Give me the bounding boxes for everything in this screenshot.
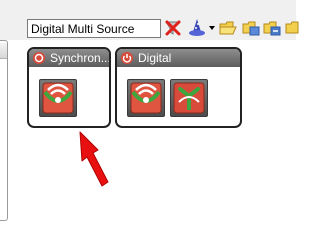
group-title: Synchron... (50, 51, 109, 65)
synchronize-group-icon (32, 51, 46, 65)
group-header[interactable]: Digital (117, 49, 240, 67)
left-panel-header[interactable] (0, 43, 7, 59)
group-remove-icon[interactable] (262, 18, 282, 38)
source-tile[interactable] (39, 79, 77, 117)
signal-source-icon (128, 80, 164, 116)
recorder-tile[interactable] (170, 79, 208, 117)
digital-recorder-icon (171, 80, 207, 116)
group-header[interactable]: Synchron... (29, 49, 109, 67)
clear-filter-icon[interactable] (163, 18, 183, 38)
source-tile[interactable] (127, 79, 165, 117)
digital-group-icon (120, 51, 134, 65)
chevron-down-icon[interactable] (209, 26, 215, 30)
folder-icon[interactable] (218, 18, 238, 38)
wizard-icon[interactable] (187, 18, 207, 38)
left-panel (0, 40, 8, 221)
group-add-icon[interactable] (241, 18, 261, 38)
group-digital[interactable]: Digital (115, 47, 242, 128)
group-title: Digital (138, 51, 172, 65)
red-arrow-annotation (72, 128, 116, 190)
search-input[interactable] (27, 19, 161, 38)
signal-source-icon (40, 80, 76, 116)
group-synchronize[interactable]: Synchron... (27, 47, 111, 128)
group-settings-icon[interactable] (284, 18, 304, 38)
